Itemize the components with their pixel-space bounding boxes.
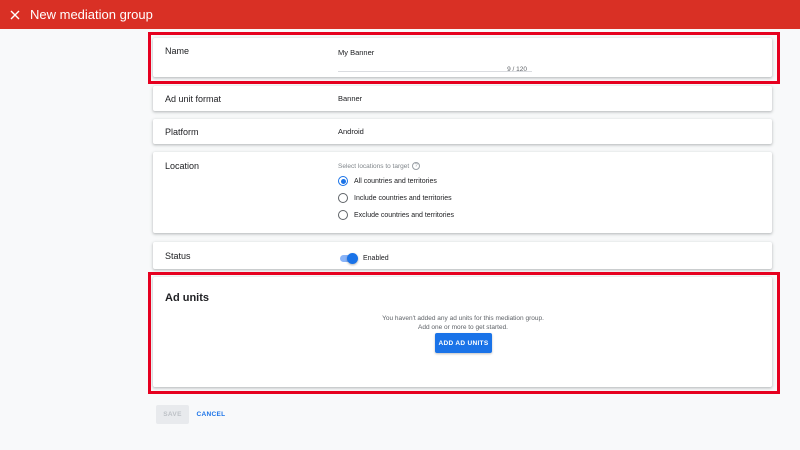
ad-unit-format-value: Banner	[338, 94, 363, 103]
radio-button[interactable]	[338, 193, 348, 203]
close-button[interactable]	[0, 0, 30, 29]
ad-units-empty-message: You haven't added any ad units for this …	[382, 315, 544, 331]
help-icon[interactable]: ?	[412, 162, 421, 170]
location-card: Location Select locations to target ? Al…	[153, 152, 772, 233]
location-hint-text: Select locations to target	[338, 162, 410, 170]
status-toggle[interactable]	[338, 252, 358, 264]
ad-unit-format-card: Ad unit format Banner	[153, 86, 772, 111]
location-label: Location	[165, 161, 200, 171]
name-label: Name	[165, 46, 190, 56]
location-hint: Select locations to target ?	[338, 162, 421, 170]
status-toggle-label: Enabled	[363, 255, 389, 262]
page-title: New mediation group	[30, 7, 153, 22]
radio-label: All countries and territories	[354, 177, 437, 185]
ad-units-card: Ad units You haven't added any ad units …	[153, 277, 772, 387]
cancel-button[interactable]: CANCEL	[193, 405, 229, 424]
platform-label: Platform	[165, 127, 199, 137]
ad-units-title: Ad units	[165, 292, 209, 304]
radio-exclude-countries[interactable]: Exclude countries and territories	[338, 210, 454, 220]
ad-unit-format-label: Ad unit format	[165, 94, 222, 104]
add-ad-units-button[interactable]: ADD AD UNITS	[435, 333, 492, 353]
status-card: Status Enabled	[153, 242, 772, 269]
radio-button-checked[interactable]	[338, 176, 348, 186]
radio-label: Exclude countries and territories	[354, 211, 454, 219]
platform-value: Android	[338, 127, 364, 136]
radio-include-countries[interactable]: Include countries and territories	[338, 193, 452, 203]
status-label: Status	[165, 251, 191, 261]
radio-all-countries[interactable]: All countries and territories	[338, 176, 437, 186]
radio-label: Include countries and territories	[354, 194, 452, 202]
platform-card: Platform Android	[153, 119, 772, 144]
radio-button[interactable]	[338, 210, 348, 220]
save-button[interactable]: SAVE	[156, 405, 189, 424]
app-header: New mediation group	[0, 0, 800, 29]
name-char-counter: 9 / 120	[507, 66, 527, 73]
close-icon[interactable]	[10, 10, 20, 20]
name-card: Name 9 / 120	[153, 38, 772, 77]
toggle-thumb[interactable]	[347, 253, 358, 264]
